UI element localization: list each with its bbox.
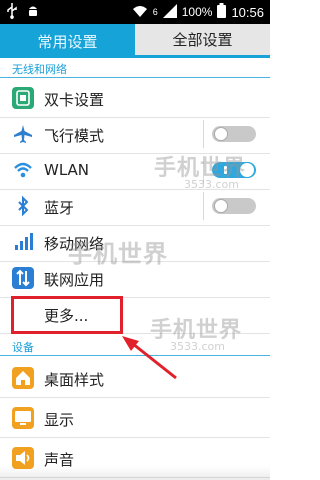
bottom-fade	[0, 466, 270, 480]
annotation-arrow	[122, 336, 177, 380]
